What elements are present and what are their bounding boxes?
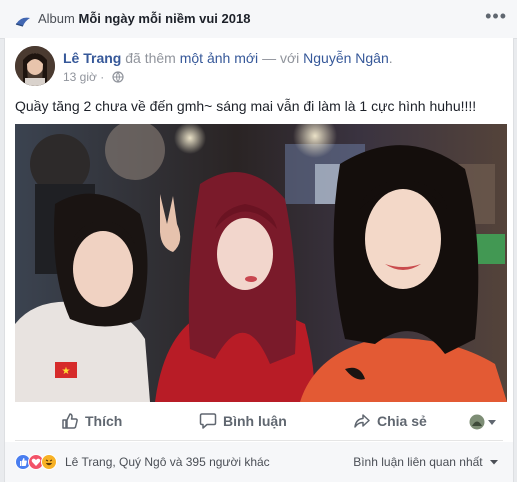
action-text: đã thêm — [125, 50, 176, 66]
author-name[interactable]: Lê Trang — [63, 50, 121, 66]
avatar[interactable] — [15, 46, 55, 86]
post-header: Lê Trang đã thêm một ảnh mới — với Nguyễ… — [63, 50, 393, 66]
audience-selector[interactable] — [469, 414, 497, 435]
more-horizontal-icon[interactable]: ••• — [485, 6, 507, 27]
reaction-icons[interactable] — [15, 454, 63, 470]
comment-icon — [199, 413, 217, 429]
post-photo[interactable]: ★ — [15, 124, 507, 402]
globe-icon[interactable] — [111, 71, 124, 83]
post-time[interactable]: 13 giờ — [63, 70, 97, 84]
album-name[interactable]: Mỗi ngày mỗi niềm vui 2018 — [78, 11, 250, 26]
like-button[interactable]: Thích — [61, 412, 122, 430]
with-text: — với — [262, 50, 300, 66]
tagged-friend[interactable]: Nguyễn Ngân — [303, 50, 389, 66]
new-photo-link[interactable]: một ảnh mới — [180, 50, 258, 66]
svg-text:★: ★ — [62, 366, 71, 377]
meta-separator: · — [100, 70, 105, 84]
share-button[interactable]: Chia sẻ — [353, 412, 427, 430]
audience-avatar-icon — [469, 414, 496, 430]
share-icon — [354, 414, 370, 428]
like-label: Thích — [85, 413, 123, 429]
comment-button[interactable]: Bình luận — [199, 412, 287, 430]
comment-sort-label: Bình luận liên quan nhất — [353, 455, 483, 469]
post-card: Lê Trang đã thêm một ảnh mới — với Nguyễ… — [4, 38, 514, 482]
comment-label: Bình luận — [223, 413, 287, 429]
share-label: Chia sẻ — [377, 413, 427, 429]
comment-sort-dropdown[interactable]: Bình luận liên quan nhất — [353, 455, 499, 469]
haha-reaction-icon — [41, 454, 57, 470]
reaction-summary[interactable]: Lê Trang, Quý Ngô và 395 người khác — [65, 455, 270, 469]
post-meta: 13 giờ · — [63, 70, 124, 84]
album-title[interactable]: Album Mỗi ngày mỗi niềm vui 2018 — [38, 11, 250, 26]
chevron-down-icon — [490, 460, 498, 465]
thumbs-up-icon — [62, 413, 78, 429]
album-icon — [15, 17, 30, 27]
post-action-bar: Thích Bình luận Chia sẻ — [15, 404, 503, 441]
album-prefix: Album — [38, 11, 75, 26]
album-header: Album Mỗi ngày mỗi niềm vui 2018 ••• — [0, 0, 517, 39]
post-text: Quầy tăng 2 chưa về đến gmh~ sáng mai vẫ… — [15, 98, 477, 114]
reactions-bar: Lê Trang, Quý Ngô và 395 người khác Bình… — [5, 442, 513, 482]
